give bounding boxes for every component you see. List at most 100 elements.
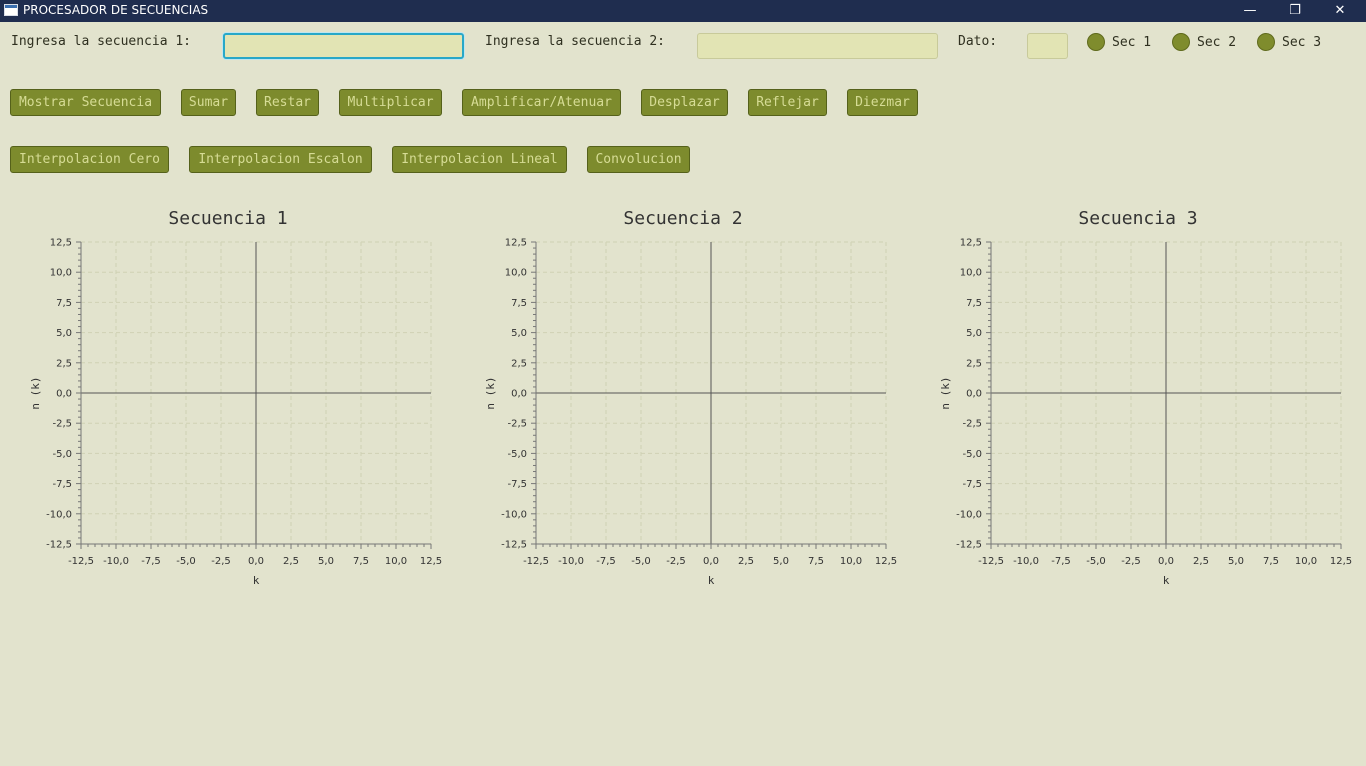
desplazar-button[interactable]: Desplazar	[641, 89, 728, 116]
radio-sec-3-label: Sec 3	[1282, 34, 1322, 50]
x-tick-label: -5,0	[631, 556, 651, 567]
y-tick-label: -10,0	[956, 509, 982, 520]
x-tick-label: -7,5	[141, 556, 161, 567]
x-axis-label: k	[253, 574, 260, 587]
chart-3-title: Secuencia 3	[1078, 208, 1198, 229]
y-tick-label: 12,5	[505, 238, 527, 249]
y-axis-label: n (k)	[484, 376, 497, 409]
interpolacion-escalon-button[interactable]: Interpolacion Escalon	[189, 146, 372, 173]
restore-icon[interactable]: ❐	[1273, 0, 1317, 22]
x-tick-label: 2,5	[283, 556, 299, 567]
x-tick-label: 7,5	[808, 556, 824, 567]
y-tick-label: 7,5	[56, 298, 72, 309]
x-tick-label: 12,5	[1330, 556, 1352, 567]
x-axis-label: k	[708, 574, 715, 587]
x-tick-label: -7,5	[1051, 556, 1071, 567]
window-title: PROCESADOR DE SECUENCIAS	[23, 3, 209, 17]
reflejar-button[interactable]: Reflejar	[748, 89, 827, 116]
y-tick-label: 12,5	[960, 238, 982, 249]
title-bar: PROCESADOR DE SECUENCIAS — ❐ ✕	[0, 0, 1366, 22]
x-tick-label: -5,0	[1086, 556, 1106, 567]
radio-dot-icon	[1172, 33, 1190, 51]
restar-button[interactable]: Restar	[256, 89, 319, 116]
sequence-1-input[interactable]	[223, 33, 464, 59]
x-tick-label: -12,5	[68, 556, 94, 567]
y-tick-label: -7,5	[52, 479, 72, 490]
y-tick-label: 2,5	[56, 358, 72, 369]
chart-secuencia-1: -12,5 -10,0 -7,5 -5,0 -2,5 0,0 2,5 5,0 7,5 10,0 12…	[29, 238, 442, 588]
chart-1-title: Secuencia 1	[168, 208, 288, 229]
y-tick-label: 2,5	[966, 358, 982, 369]
radio-sec-2-label: Sec 2	[1197, 34, 1237, 50]
y-axis-label: n (k)	[29, 376, 42, 409]
x-tick-label: 0,0	[703, 556, 719, 567]
chart-secuencia-3: -12,5 -10,0 -7,5 -5,0 -2,5 0,0 2,5 5,0 7,5 10,0 12…	[939, 238, 1352, 588]
dato-label: Dato:	[958, 34, 998, 49]
x-axis-label: k	[1163, 574, 1170, 587]
app-window-icon	[4, 4, 18, 16]
y-tick-label: 0,0	[966, 389, 982, 400]
y-tick-label: -10,0	[501, 509, 527, 520]
chart-2-title: Secuencia 2	[623, 208, 743, 229]
y-tick-label: 10,0	[50, 268, 72, 279]
x-tick-label: 12,5	[875, 556, 897, 567]
y-tick-label: -7,5	[962, 479, 982, 490]
mostrar-secuencia-button[interactable]: Mostrar Secuencia	[10, 89, 161, 116]
y-tick-label: 7,5	[511, 298, 527, 309]
minimize-icon[interactable]: —	[1228, 0, 1272, 22]
x-tick-label: -2,5	[666, 556, 686, 567]
y-tick-label: -12,5	[956, 540, 982, 551]
y-tick-label: -2,5	[507, 419, 527, 430]
y-tick-label: 5,0	[56, 328, 72, 339]
x-tick-label: -12,5	[523, 556, 549, 567]
y-tick-label: 0,0	[511, 389, 527, 400]
multiplicar-button[interactable]: Multiplicar	[339, 89, 442, 116]
sumar-button[interactable]: Sumar	[181, 89, 236, 116]
radio-sec-3[interactable]: Sec 3	[1257, 33, 1321, 51]
y-tick-label: 5,0	[511, 328, 527, 339]
x-tick-label: 0,0	[248, 556, 264, 567]
y-tick-label: 12,5	[50, 238, 72, 249]
y-tick-label: 5,0	[966, 328, 982, 339]
y-tick-label: -5,0	[507, 449, 527, 460]
x-tick-label: -2,5	[211, 556, 231, 567]
radio-dot-icon	[1257, 33, 1275, 51]
close-icon[interactable]: ✕	[1318, 0, 1362, 22]
y-tick-label: -5,0	[962, 449, 982, 460]
x-tick-label: 0,0	[1158, 556, 1174, 567]
x-tick-label: 2,5	[1193, 556, 1209, 567]
amplificar-atenuar-button[interactable]: Amplificar/Atenuar	[462, 89, 621, 116]
x-tick-label: 7,5	[353, 556, 369, 567]
radio-sec-2[interactable]: Sec 2	[1172, 33, 1236, 51]
y-tick-label: -2,5	[52, 419, 72, 430]
diezmar-button[interactable]: Diezmar	[847, 89, 918, 116]
y-tick-label: 10,0	[960, 268, 982, 279]
x-tick-label: 10,0	[385, 556, 407, 567]
convolucion-button[interactable]: Convolucion	[587, 146, 690, 173]
y-tick-label: -12,5	[46, 540, 72, 551]
radio-dot-icon	[1087, 33, 1105, 51]
interpolacion-lineal-button[interactable]: Interpolacion Lineal	[392, 146, 567, 173]
sequence-2-label: Ingresa la secuencia 2:	[485, 34, 666, 49]
y-tick-label: -10,0	[46, 509, 72, 520]
x-tick-label: 5,0	[773, 556, 789, 567]
dato-input[interactable]	[1027, 33, 1068, 59]
interpolacion-cero-button[interactable]: Interpolacion Cero	[10, 146, 169, 173]
sequence-2-input[interactable]	[697, 33, 938, 59]
y-tick-label: -7,5	[507, 479, 527, 490]
x-tick-label: 2,5	[738, 556, 754, 567]
x-tick-label: -5,0	[176, 556, 196, 567]
x-tick-label: -10,0	[558, 556, 584, 567]
x-tick-label: 12,5	[420, 556, 442, 567]
y-tick-label: -5,0	[52, 449, 72, 460]
chart-secuencia-2: -12,5 -10,0 -7,5 -5,0 -2,5 0,0 2,5 5,0 7,5 10,0 12…	[484, 238, 897, 588]
sequence-1-label: Ingresa la secuencia 1:	[11, 34, 192, 49]
x-tick-label: 7,5	[1263, 556, 1279, 567]
y-tick-label: 7,5	[966, 298, 982, 309]
radio-sec-1[interactable]: Sec 1	[1087, 33, 1151, 51]
x-tick-label: -12,5	[978, 556, 1004, 567]
x-tick-label: -2,5	[1121, 556, 1141, 567]
x-tick-label: 5,0	[318, 556, 334, 567]
x-tick-label: 5,0	[1228, 556, 1244, 567]
x-tick-label: -10,0	[1013, 556, 1039, 567]
